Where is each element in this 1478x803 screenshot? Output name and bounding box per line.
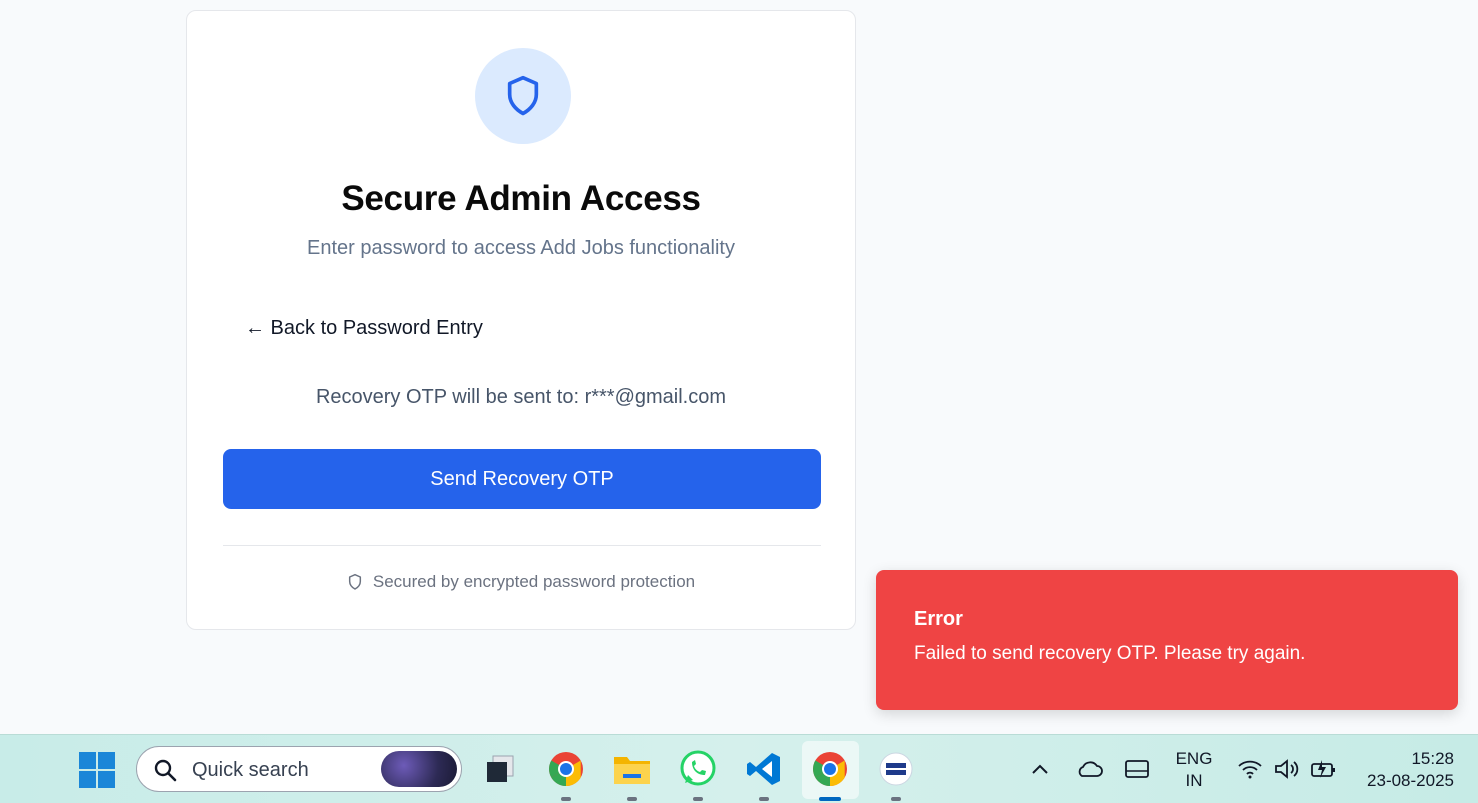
tablet-icon xyxy=(1125,760,1149,778)
taskbar: Quick search ENG IN 15:28 23-08-2025 xyxy=(0,734,1478,803)
search-placeholder: Quick search xyxy=(192,759,309,781)
task-view-icon xyxy=(487,755,514,782)
speaker-icon xyxy=(1275,759,1299,779)
security-note-text: Secured by encrypted password protection xyxy=(372,572,696,591)
chrome-icon xyxy=(813,752,847,786)
nxtwave-icon xyxy=(879,752,913,786)
app-running-indicator xyxy=(759,797,769,801)
page-subtitle: Enter password to access Add Jobs functi… xyxy=(306,237,735,259)
app-active-indicator xyxy=(819,797,841,801)
battery-charging-icon xyxy=(1311,760,1335,778)
taskbar-app-chrome[interactable] xyxy=(546,749,586,801)
taskbar-app-vscode[interactable] xyxy=(744,749,784,801)
search-icon xyxy=(154,759,177,782)
admin-access-card: Secure Admin Access Enter password to ac… xyxy=(186,10,856,630)
search-highlight-image xyxy=(381,751,457,787)
clock-date: 23-08-2025 xyxy=(1367,771,1454,790)
shield-icon xyxy=(507,75,539,116)
taskbar-search[interactable]: Quick search xyxy=(136,746,462,792)
taskbar-app-task-view[interactable] xyxy=(480,749,520,789)
back-to-password-link[interactable]: ← Back to Password Entry xyxy=(245,317,483,340)
touch-keyboard-button[interactable] xyxy=(1122,757,1152,781)
recovery-email-text: Recovery OTP will be sent to: r***@gmail… xyxy=(315,386,727,408)
divider xyxy=(223,545,821,546)
clock[interactable]: 15:28 23-08-2025 xyxy=(1352,748,1462,792)
volume-button[interactable] xyxy=(1272,757,1302,781)
whatsapp-icon xyxy=(680,750,716,786)
toast-message: Failed to send recovery OTP. Please try … xyxy=(914,643,1306,664)
taskbar-app-file-explorer[interactable] xyxy=(612,749,652,801)
battery-button[interactable] xyxy=(1308,757,1338,781)
app-running-indicator xyxy=(891,797,901,801)
vscode-icon xyxy=(747,753,780,785)
taskbar-app-whatsapp[interactable] xyxy=(678,749,718,801)
page-title: Secure Admin Access xyxy=(341,179,701,218)
error-toast[interactable]: Error Failed to send recovery OTP. Pleas… xyxy=(876,570,1458,710)
app-running-indicator xyxy=(561,797,571,801)
cloud-icon xyxy=(1078,761,1103,777)
clock-time: 15:28 xyxy=(1411,749,1454,768)
language-indicator[interactable]: ENG IN xyxy=(1170,748,1218,792)
shield-badge xyxy=(475,48,571,144)
chevron-up-icon xyxy=(1032,764,1048,774)
chrome-icon xyxy=(549,752,583,786)
show-hidden-icons-button[interactable] xyxy=(1028,757,1052,781)
taskbar-app-nxtwave[interactable] xyxy=(876,749,916,801)
region-code: IN xyxy=(1185,771,1203,790)
windows-icon xyxy=(79,752,115,788)
send-recovery-otp-button[interactable]: Send Recovery OTP xyxy=(223,449,821,509)
folder-icon xyxy=(614,757,650,784)
start-button[interactable] xyxy=(78,751,116,789)
app-running-indicator xyxy=(627,797,637,801)
language-code: ENG xyxy=(1175,749,1213,768)
wifi-button[interactable] xyxy=(1236,757,1264,781)
wifi-icon xyxy=(1238,760,1262,779)
onedrive-button[interactable] xyxy=(1074,757,1104,781)
small-shield-icon xyxy=(348,573,361,590)
toast-title: Error xyxy=(914,608,963,630)
security-note: Secured by encrypted password protection xyxy=(187,572,855,592)
app-running-indicator xyxy=(693,797,703,801)
taskbar-app-chrome-active[interactable] xyxy=(810,749,850,801)
